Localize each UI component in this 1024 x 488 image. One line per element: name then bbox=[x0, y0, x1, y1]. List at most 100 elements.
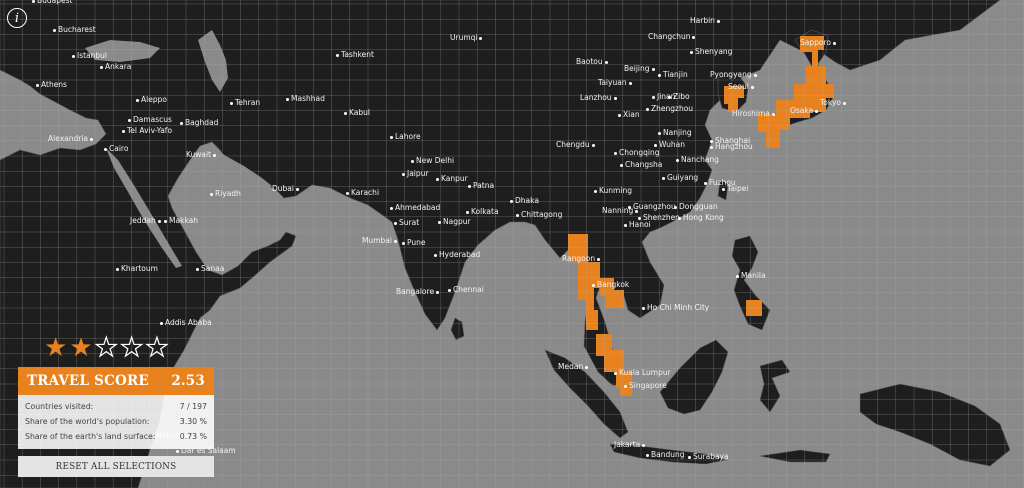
city-label: Riyadh bbox=[210, 189, 241, 198]
city-label: Urumqi bbox=[450, 33, 482, 42]
stat-row-countries: Countries visited: 7 / 197 bbox=[25, 399, 207, 414]
city-label: Jaipur bbox=[402, 169, 429, 178]
city-label: Zibo bbox=[668, 92, 690, 101]
stat-row-population: Share of the world's population: 3.30 % bbox=[25, 414, 207, 429]
star-icon[interactable]: ★ bbox=[119, 334, 144, 361]
city-label: Surat bbox=[394, 218, 419, 227]
city-label: Baghdad bbox=[180, 118, 218, 127]
city-label: Hanoi bbox=[624, 220, 651, 229]
city-label: Dhaka bbox=[510, 196, 539, 205]
city-label: Nanjing bbox=[658, 128, 692, 137]
city-label: Makkah bbox=[164, 216, 198, 225]
city-label: Ho Chi Minh City bbox=[642, 303, 709, 312]
city-label: Tel Aviv-Yafo bbox=[122, 126, 172, 135]
city-label: Karachi bbox=[346, 188, 379, 197]
score-value: 2.53 bbox=[171, 373, 205, 389]
star-icon[interactable]: ★ bbox=[44, 335, 67, 361]
city-label: Hangzhou bbox=[710, 142, 753, 151]
city-label: Mumbai bbox=[362, 236, 397, 245]
city-label: Aleppo bbox=[136, 95, 167, 104]
city-label: Addis Ababa bbox=[160, 318, 212, 327]
city-label: Budapest bbox=[32, 0, 72, 5]
star-rating[interactable]: ★ ★ ★ ★ ★ bbox=[44, 334, 170, 361]
city-label: Osaka bbox=[790, 106, 818, 115]
city-label: Hong Kong bbox=[678, 213, 724, 222]
stat-label: Countries visited: bbox=[25, 402, 94, 411]
city-label: Dongguan bbox=[674, 202, 718, 211]
city-label: Guiyang bbox=[662, 173, 698, 182]
city-label: Hiroshima bbox=[732, 109, 775, 118]
city-label: Pune bbox=[402, 238, 426, 247]
city-label: Shenyang bbox=[690, 47, 732, 56]
city-label: Athens bbox=[36, 80, 67, 89]
city-label: Sanaa bbox=[196, 264, 224, 273]
city-label: Kuwait bbox=[186, 150, 216, 159]
city-label: Kunming bbox=[594, 186, 632, 195]
city-label: Hyderabad bbox=[434, 250, 480, 259]
travel-score-panel: TRAVEL SCORE 2.53 Countries visited: 7 /… bbox=[18, 367, 214, 449]
city-label: Khartoum bbox=[116, 264, 158, 273]
city-label: Bangalore bbox=[396, 287, 439, 296]
city-label: Singapore bbox=[624, 381, 667, 390]
stat-value: 3.30 % bbox=[179, 417, 207, 426]
city-label: Medan bbox=[558, 362, 588, 371]
city-label: Beijing bbox=[624, 64, 655, 73]
city-label: Bangkok bbox=[592, 280, 629, 289]
city-label: Manila bbox=[736, 271, 766, 280]
city-label: Chongqing bbox=[614, 148, 659, 157]
city-label: Pyongyang bbox=[710, 70, 757, 79]
stat-label: Share of the world's population: bbox=[25, 417, 150, 426]
city-label: Tianjin bbox=[658, 70, 688, 79]
city-label: Kanpur bbox=[436, 174, 468, 183]
city-label: Bandung bbox=[646, 450, 685, 459]
city-label: Nanning bbox=[602, 206, 638, 215]
city-label: Surabaya bbox=[688, 452, 729, 461]
city-label: Taipei bbox=[722, 184, 748, 193]
city-label: Baotou bbox=[576, 57, 608, 66]
city-label: Dubai bbox=[272, 184, 299, 193]
city-label: Lanzhou bbox=[580, 93, 617, 102]
city-label: Taiyuan bbox=[598, 78, 632, 87]
city-label: Mashhad bbox=[286, 94, 325, 103]
city-label: Tokyo bbox=[820, 98, 846, 107]
stat-label: Share of the earth's land surface: bbox=[25, 432, 156, 441]
score-title: TRAVEL SCORE bbox=[27, 373, 149, 389]
city-label: Xian bbox=[618, 110, 640, 119]
stat-value: 0.73 % bbox=[179, 432, 207, 441]
city-label: Tehran bbox=[230, 98, 260, 107]
reset-all-button[interactable]: RESET ALL SELECTIONS bbox=[18, 456, 214, 477]
score-stats: Countries visited: 7 / 197 Share of the … bbox=[18, 395, 214, 449]
city-label: Rangoon bbox=[562, 254, 600, 263]
star-icon[interactable]: ★ bbox=[69, 335, 92, 361]
city-label: Kabul bbox=[344, 108, 370, 117]
city-label: Damascus bbox=[128, 115, 172, 124]
city-label: Sapporo bbox=[800, 38, 836, 47]
city-label: Nanchang bbox=[676, 155, 719, 164]
stat-row-land: Share of the earth's land surface: 0.73 … bbox=[25, 429, 207, 444]
stat-value: 7 / 197 bbox=[179, 402, 207, 411]
city-label: Chennai bbox=[448, 285, 484, 294]
city-label: Seoul bbox=[728, 82, 754, 91]
star-icon[interactable]: ★ bbox=[145, 334, 170, 361]
city-label: Harbin bbox=[690, 16, 720, 25]
city-label: Lahore bbox=[390, 132, 421, 141]
city-label: Changsha bbox=[620, 160, 662, 169]
city-label: Kuala Lumpur bbox=[614, 368, 671, 377]
city-label: Patna bbox=[468, 181, 494, 190]
city-label: Nagpur bbox=[438, 217, 471, 226]
city-label: Tashkent bbox=[336, 50, 374, 59]
city-label: Alexandria bbox=[48, 134, 93, 143]
city-label: Chittagong bbox=[516, 210, 562, 219]
city-label: Istanbul bbox=[72, 51, 107, 60]
city-label: Cairo bbox=[104, 144, 128, 153]
score-header: TRAVEL SCORE 2.53 bbox=[18, 367, 214, 395]
city-label: Bucharest bbox=[53, 25, 96, 34]
city-label: Chengdu bbox=[556, 140, 595, 149]
city-label: Kolkata bbox=[466, 207, 499, 216]
city-label: Jeddah bbox=[130, 216, 161, 225]
city-label: Ahmedabad bbox=[390, 203, 440, 212]
city-label: Zhengzhou bbox=[646, 104, 693, 113]
city-label: Ankara bbox=[100, 62, 131, 71]
star-icon[interactable]: ★ bbox=[94, 334, 119, 361]
info-icon[interactable]: i bbox=[7, 8, 27, 28]
